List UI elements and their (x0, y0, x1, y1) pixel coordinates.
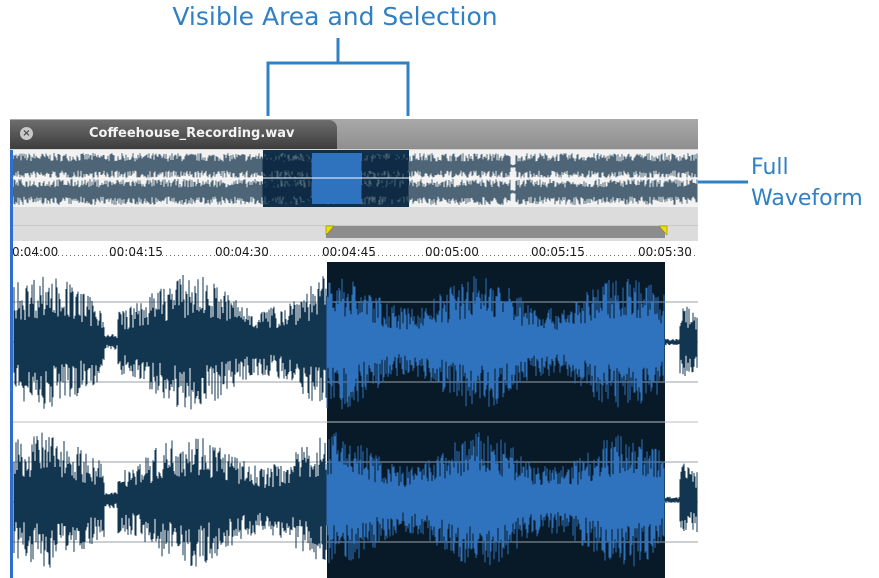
ruler-label: 00:05:30 (638, 245, 692, 259)
overview-waveform (10, 150, 698, 207)
ruler-label: 00:05:15 (531, 245, 585, 259)
panel-left-edge (10, 150, 13, 578)
zoom-handles (325, 225, 668, 236)
visible-area-callout: Visible Area and Selection (172, 2, 498, 31)
ruler-label: 00:04:15 (109, 245, 163, 259)
ruler-label: 00:05:00 (425, 245, 479, 259)
full-waveform-callout-line1: Full (751, 155, 789, 180)
full-waveform-callout: Full Waveform (751, 152, 863, 214)
tab-bar: × Coffeehouse_Recording.wav (10, 119, 698, 149)
zoom-handle-right-icon (658, 225, 668, 236)
full-waveform-callout-line2: Waveform (751, 186, 863, 211)
waveform-editor-panel: × Coffeehouse_Recording.wav 0:04:00 00:0… (10, 119, 698, 578)
ruler-label: 0:04:00 (12, 245, 59, 259)
full-waveform-overview[interactable] (10, 150, 698, 207)
file-tab-title: Coffeehouse_Recording.wav (89, 126, 295, 141)
close-icon[interactable]: × (20, 127, 33, 140)
zoom-handle-left-icon (325, 225, 335, 236)
ruler-label: 00:04:45 (322, 245, 376, 259)
visible-area-bracket (266, 61, 410, 116)
waveform-tracks[interactable] (10, 262, 698, 578)
zoomed-waveform (10, 262, 698, 578)
file-tab[interactable]: × Coffeehouse_Recording.wav (10, 120, 337, 149)
ruler-label: 00:04:30 (215, 245, 269, 259)
time-ruler[interactable]: 0:04:00 00:04:15 00:04:30 00:04:45 00:05… (10, 241, 698, 262)
